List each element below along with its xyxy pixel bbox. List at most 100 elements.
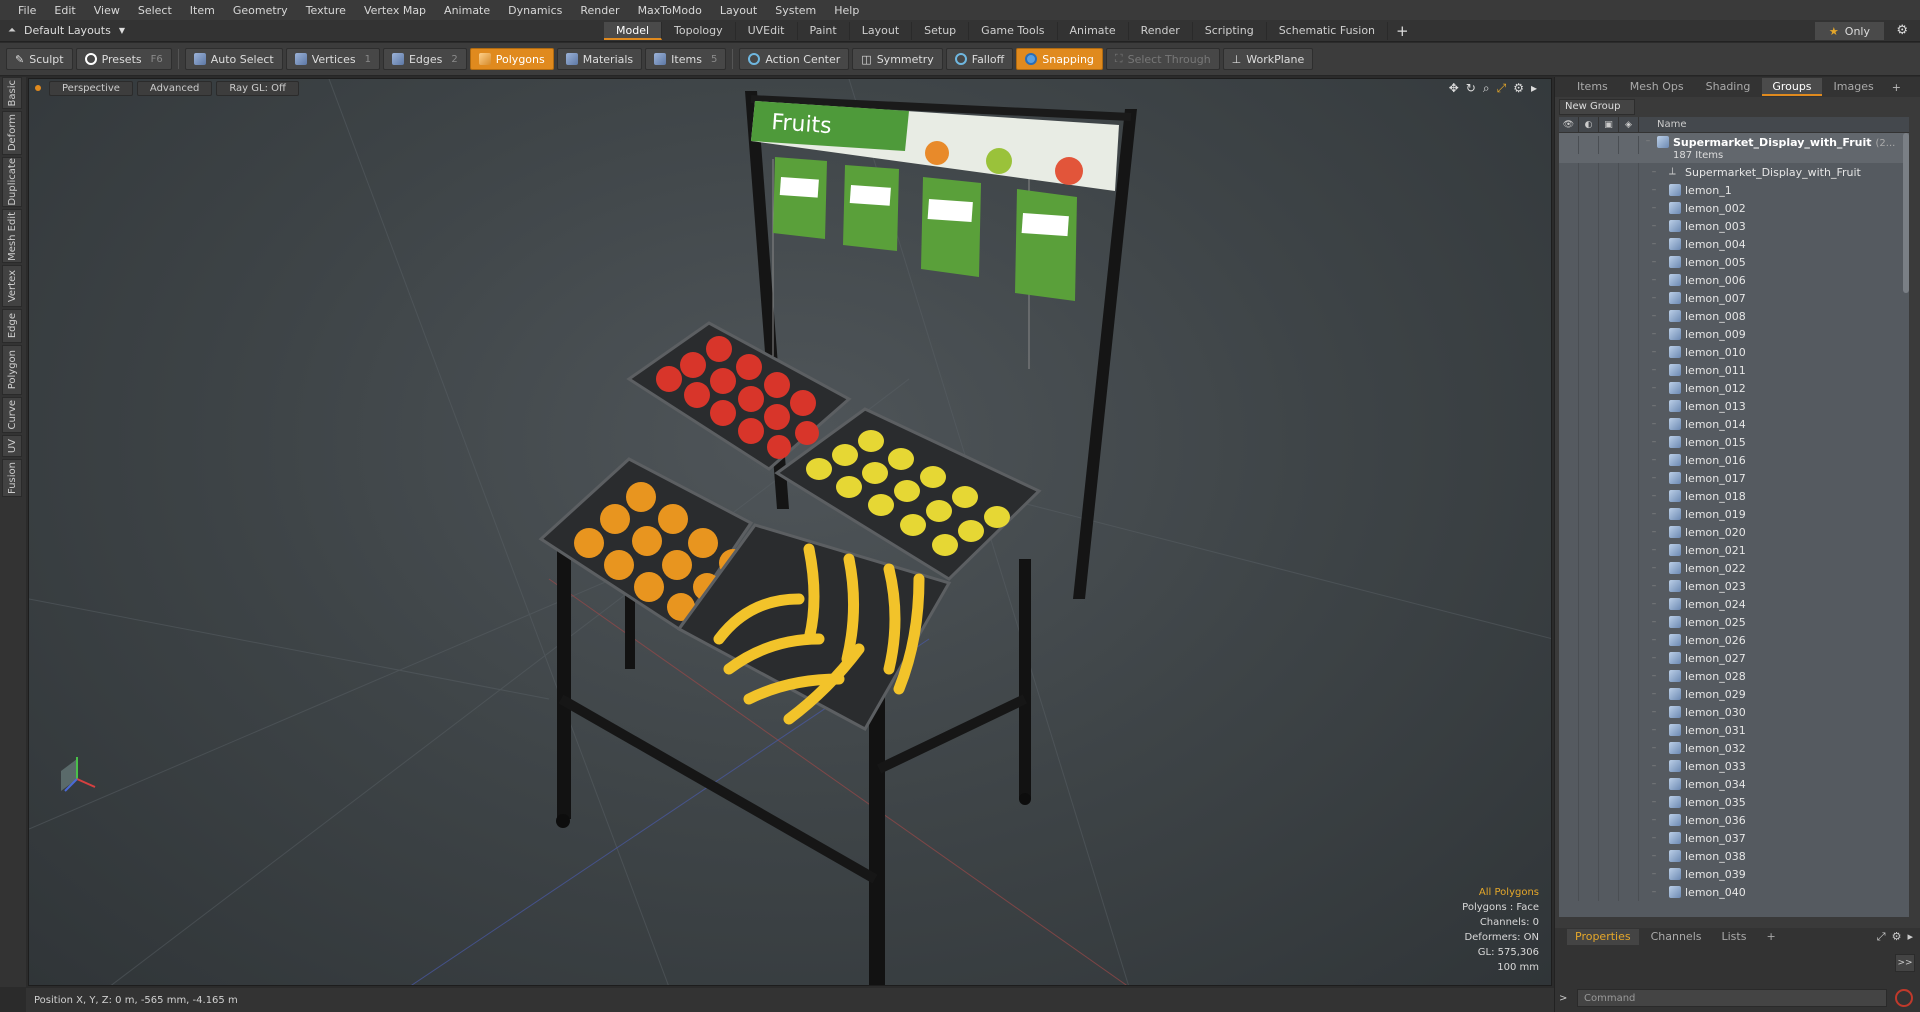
row-toggle-columns[interactable]	[1559, 775, 1639, 793]
left-tab-uv[interactable]: UV	[2, 435, 22, 457]
presets-button[interactable]: Presets F6	[75, 48, 172, 70]
tab-topology[interactable]: Topology	[662, 22, 736, 40]
collapse-icon[interactable]: –	[1639, 136, 1657, 146]
snapping-button[interactable]: Snapping	[1016, 48, 1103, 70]
expand-button[interactable]: >>	[1895, 954, 1915, 972]
tree-row[interactable]: – lemon_011	[1559, 361, 1909, 379]
row-toggle-columns[interactable]	[1559, 433, 1639, 451]
properties-tab-channels[interactable]: Channels	[1643, 929, 1710, 945]
tree-row[interactable]: – lemon_014	[1559, 415, 1909, 433]
tab-layout[interactable]: Layout	[850, 22, 913, 40]
raygl-toggle[interactable]: Ray GL: Off	[216, 80, 299, 96]
row-toggle-columns[interactable]	[1559, 361, 1639, 379]
menu-item-animate[interactable]: Animate	[436, 4, 500, 17]
pan-icon[interactable]: ✥	[1449, 81, 1459, 96]
tree-row[interactable]: – lemon_025	[1559, 613, 1909, 631]
tab-setup[interactable]: Setup	[912, 22, 970, 40]
tree-row[interactable]: – lemon_036	[1559, 811, 1909, 829]
row-toggle-columns[interactable]	[1559, 163, 1639, 181]
tree-scrollbar[interactable]	[1903, 133, 1909, 293]
menu-item-layout[interactable]: Layout	[712, 4, 767, 17]
row-toggle-columns[interactable]	[1559, 487, 1639, 505]
tree-row[interactable]: – lemon_018	[1559, 487, 1909, 505]
row-toggle-columns[interactable]	[1559, 271, 1639, 289]
left-tab-curve[interactable]: Curve	[2, 397, 22, 433]
menu-item-geometry[interactable]: Geometry	[225, 4, 298, 17]
panel-tab-shading[interactable]: Shading	[1696, 78, 1761, 96]
select-column-icon[interactable]: ◈	[1619, 117, 1639, 133]
record-icon[interactable]	[1895, 989, 1913, 1007]
materials-button[interactable]: Materials	[556, 48, 643, 70]
tree-row[interactable]: – lemon_031	[1559, 721, 1909, 739]
tree-row[interactable]: – lemon_008	[1559, 307, 1909, 325]
lock-column-icon[interactable]: ▣	[1599, 117, 1619, 133]
row-toggle-columns[interactable]	[1559, 253, 1639, 271]
row-toggle-columns[interactable]	[1559, 289, 1639, 307]
properties-tab-properties[interactable]: Properties	[1567, 929, 1639, 945]
tree-row[interactable]: – lemon_027	[1559, 649, 1909, 667]
tree-row[interactable]: – lemon_009	[1559, 325, 1909, 343]
add-tab-icon[interactable]: +	[1388, 22, 1417, 40]
menu-item-dynamics[interactable]: Dynamics	[500, 4, 572, 17]
3d-viewport[interactable]: Fruits Perspective Advanced Ray GL: Off …	[28, 78, 1552, 986]
menu-item-item[interactable]: Item	[182, 4, 225, 17]
tree-row[interactable]: – lemon_028	[1559, 667, 1909, 685]
panel-tab-mesh-ops[interactable]: Mesh Ops	[1620, 78, 1694, 96]
select-through-button[interactable]: ⛶ Select Through	[1105, 48, 1220, 70]
tree-row[interactable]: – lemon_037	[1559, 829, 1909, 847]
tree-row[interactable]: – lemon_021	[1559, 541, 1909, 559]
gear-icon[interactable]: ⚙	[1896, 23, 1908, 38]
tree-row[interactable]: – lemon_038	[1559, 847, 1909, 865]
row-toggle-columns[interactable]	[1559, 883, 1639, 901]
polygons-button[interactable]: Polygons	[469, 48, 554, 70]
row-toggle-columns[interactable]	[1559, 667, 1639, 685]
row-toggle-columns[interactable]	[1559, 739, 1639, 757]
row-toggle-columns[interactable]	[1559, 136, 1639, 154]
tree-row[interactable]: – lemon_023	[1559, 577, 1909, 595]
panel-tab-images[interactable]: Images	[1824, 78, 1884, 96]
menu-item-render[interactable]: Render	[572, 4, 629, 17]
gear-icon[interactable]: ⚙	[1513, 81, 1524, 96]
tree-row[interactable]: – lemon_005	[1559, 253, 1909, 271]
row-toggle-columns[interactable]	[1559, 469, 1639, 487]
tree-row[interactable]: – lemon_020	[1559, 523, 1909, 541]
row-toggle-columns[interactable]	[1559, 181, 1639, 199]
tree-row[interactable]: – ⟂ Supermarket_Display_with_Fruit	[1559, 163, 1909, 181]
panel-tab-items[interactable]: Items	[1567, 78, 1618, 96]
tree-row[interactable]: – lemon_029	[1559, 685, 1909, 703]
row-toggle-columns[interactable]	[1559, 217, 1639, 235]
workplane-button[interactable]: ⊥ WorkPlane	[1222, 48, 1314, 70]
tree-row[interactable]: – lemon_033	[1559, 757, 1909, 775]
row-toggle-columns[interactable]	[1559, 415, 1639, 433]
tree-row[interactable]: – lemon_003	[1559, 217, 1909, 235]
row-toggle-columns[interactable]	[1559, 757, 1639, 775]
row-toggle-columns[interactable]	[1559, 613, 1639, 631]
gear-icon[interactable]: ⚙	[1892, 930, 1902, 944]
menu-item-texture[interactable]: Texture	[298, 4, 356, 17]
row-toggle-columns[interactable]	[1559, 325, 1639, 343]
row-toggle-columns[interactable]	[1559, 397, 1639, 415]
maximize-icon[interactable]: ⤢	[1497, 81, 1507, 96]
command-input[interactable]	[1577, 989, 1887, 1007]
tab-paint[interactable]: Paint	[798, 22, 850, 40]
play-icon[interactable]: ▸	[1907, 930, 1913, 944]
tree-row[interactable]: – lemon_010	[1559, 343, 1909, 361]
left-tab-polygon[interactable]: Polygon	[2, 345, 22, 395]
tab-model[interactable]: Model	[604, 22, 663, 40]
render-column-icon[interactable]: ◐	[1579, 117, 1599, 133]
row-toggle-columns[interactable]	[1559, 523, 1639, 541]
collapse-icon[interactable]: ⏶	[8, 25, 16, 36]
group-root-row[interactable]: – Supermarket_Display_with_Fruit (2... 187 …	[1559, 133, 1909, 163]
menu-item-file[interactable]: File	[10, 4, 46, 17]
tab-game-tools[interactable]: Game Tools	[969, 22, 1058, 40]
tree-row[interactable]: – lemon_007	[1559, 289, 1909, 307]
tree-row[interactable]: – lemon_016	[1559, 451, 1909, 469]
menu-item-edit[interactable]: Edit	[46, 4, 85, 17]
tab-scripting[interactable]: Scripting	[1193, 22, 1267, 40]
tree-row[interactable]: – lemon_032	[1559, 739, 1909, 757]
tab-uvedit[interactable]: UVEdit	[736, 22, 798, 40]
row-toggle-columns[interactable]	[1559, 199, 1639, 217]
tree-row[interactable]: – lemon_034	[1559, 775, 1909, 793]
tree-row[interactable]: – lemon_024	[1559, 595, 1909, 613]
row-toggle-columns[interactable]	[1559, 307, 1639, 325]
